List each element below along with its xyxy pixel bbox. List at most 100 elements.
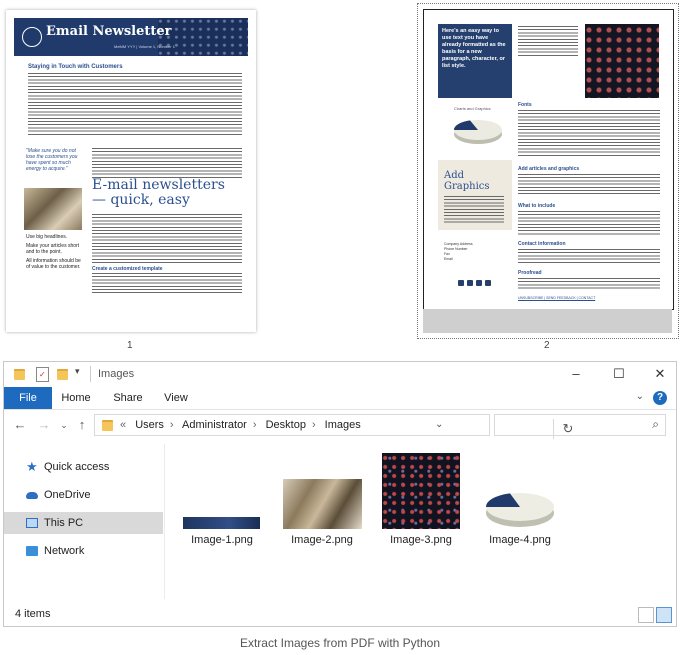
file-thumbnail-image-3[interactable] — [382, 453, 460, 529]
file-name-label[interactable]: Image-3.png — [371, 534, 471, 546]
search-input[interactable]: ⌕ — [494, 414, 666, 436]
breadcrumb-item[interactable]: Administrator — [182, 419, 247, 431]
sub-heading: Create a customized template — [92, 266, 163, 272]
address-bar[interactable]: « Users › Administrator › Desktop › Images … — [94, 414, 573, 439]
nav-item-label: This PC — [44, 517, 84, 529]
tab-file[interactable]: File — [4, 387, 52, 409]
nav-item-label: Network — [44, 545, 85, 557]
breadcrumb-separator-icon: › — [311, 419, 316, 431]
section-heading: Contact information — [518, 241, 566, 247]
list-item: Make your articles short and to the poin… — [26, 243, 80, 255]
pull-quote: "Make sure you do not lose the customers… — [26, 148, 78, 172]
newsletter-subtitle: MeMM YYY | Volume 1, Number 1 — [114, 44, 175, 49]
cloud-icon — [26, 492, 38, 499]
body-text-block — [518, 249, 660, 263]
body-text-block — [518, 278, 660, 290]
large-icons-view-icon[interactable] — [656, 607, 672, 623]
properties-icon[interactable]: ✓ — [36, 367, 49, 382]
address-dropdown-chevron-icon[interactable]: ⌄ — [435, 419, 443, 430]
nav-item-quick-access[interactable]: ★ Quick access — [4, 456, 163, 478]
computer-icon — [26, 518, 38, 528]
minimize-button[interactable]: – — [564, 365, 588, 383]
file-name-label[interactable]: Image-2.png — [272, 534, 372, 546]
social-icon — [476, 280, 482, 286]
tab-view[interactable]: View — [156, 387, 196, 409]
item-count: 4 items — [15, 608, 51, 620]
forward-arrow-icon[interactable]: → — [36, 416, 52, 434]
social-icon — [458, 280, 464, 286]
folder-icon — [102, 420, 113, 431]
breadcrumb-separator-icon: › — [252, 419, 257, 431]
section-heading: Staying in Touch with Customers — [28, 64, 123, 70]
page-shadow — [423, 309, 672, 333]
up-arrow-icon[interactable]: ↑ — [74, 416, 90, 434]
star-icon: ★ — [26, 459, 38, 474]
pie-chart-image — [453, 120, 502, 144]
footer-links: UNSUBSCRIBE | SEND FEEDBACK | CONTACT — [518, 296, 596, 300]
social-icon — [485, 280, 491, 286]
add-graphics-heading: Add Graphics — [444, 170, 490, 192]
address-row: ← → ⌄ ↑ « Users › Administrator › Desktop ›… — [4, 410, 676, 440]
body-text-block — [518, 211, 660, 235]
tips-list: Use big headlines. Make your articles sh… — [26, 234, 84, 270]
details-view-icon[interactable] — [638, 607, 654, 623]
breadcrumb-item[interactable]: Users — [135, 419, 164, 431]
pdf-page-1-thumbnail[interactable]: Email Newsletter MeMM YYY | Volume 1, Nu… — [6, 10, 256, 332]
body-text-block — [92, 273, 242, 295]
expand-ribbon-chevron-icon[interactable]: ⌄ — [636, 391, 644, 402]
social-icon — [467, 280, 473, 286]
section-heading: Add articles and graphics — [518, 166, 580, 172]
window-title: Images — [98, 368, 135, 380]
body-text-block — [518, 110, 660, 158]
list-item: Use big headlines. — [26, 234, 68, 240]
nav-item-network[interactable]: Network — [4, 540, 163, 562]
new-folder-icon[interactable] — [57, 369, 68, 380]
back-arrow-icon[interactable]: ← — [12, 416, 28, 434]
contact-details: Company Address Phone Number Fax Email — [444, 242, 473, 262]
body-text-block — [444, 196, 504, 224]
page-number: 2 — [544, 340, 550, 351]
status-bar: 4 items — [4, 603, 676, 626]
tab-home[interactable]: Home — [56, 387, 96, 409]
newsletter-header: Email Newsletter MeMM YYY | Volume 1, Nu… — [14, 18, 248, 56]
body-text-block — [28, 73, 242, 135]
contact-line: Email — [444, 257, 453, 261]
nav-item-this-pc[interactable]: This PC — [4, 512, 163, 534]
file-name-label[interactable]: Image-1.png — [172, 534, 272, 546]
body-text-block — [518, 174, 660, 196]
numbered-steps-text — [518, 26, 578, 56]
nav-item-onedrive[interactable]: OneDrive — [4, 484, 163, 506]
close-button[interactable]: ✕ — [648, 365, 672, 383]
ribbon-tabs: File Home Share View ⌄ ? — [4, 387, 676, 410]
nav-item-label: Quick access — [44, 461, 110, 473]
file-name-label[interactable]: Image-4.png — [470, 534, 570, 546]
file-thumbnail-image-1[interactable] — [183, 517, 260, 529]
folder-icon — [14, 369, 25, 380]
file-thumbnail-image-4[interactable] — [482, 487, 558, 531]
body-text-block — [92, 214, 242, 264]
newsletter-title: Email Newsletter — [46, 24, 172, 39]
section-heading: What to include — [518, 203, 556, 209]
breadcrumb-item[interactable]: Images — [325, 419, 361, 431]
breadcrumb: « Users › Administrator › Desktop › Images — [120, 419, 367, 431]
photo-people-image — [24, 188, 82, 230]
recent-locations-chevron-icon[interactable]: ⌄ — [56, 416, 72, 434]
chart-title: Charts and Graphics — [454, 106, 491, 111]
newsletter-logo-icon — [22, 27, 42, 47]
search-icon: ⌕ — [652, 417, 659, 431]
pdf-page-2-thumbnail-selected[interactable]: Here's an easy way to use text you have … — [417, 3, 679, 339]
file-explorer-window: ✓ ▾ Images – ☐ ✕ File Home Share View ⌄ … — [3, 361, 677, 627]
breadcrumb-overflow-icon[interactable]: « — [120, 419, 126, 431]
section-heading: Proofread — [518, 270, 542, 276]
breadcrumb-item[interactable]: Desktop — [266, 419, 306, 431]
tab-share[interactable]: Share — [108, 387, 148, 409]
maximize-button[interactable]: ☐ — [607, 365, 631, 383]
quick-access-toolbar-dropdown-icon[interactable]: ▾ — [75, 366, 80, 377]
navigation-pane: ★ Quick access OneDrive This PC Network — [4, 444, 165, 599]
breadcrumb-separator-icon: › — [169, 419, 174, 431]
help-icon[interactable]: ? — [653, 391, 667, 405]
network-icon — [26, 546, 38, 556]
big-heading: E-mail newsletters — quick, easy — [92, 177, 225, 208]
file-thumbnail-image-2[interactable] — [283, 479, 362, 529]
figure-caption: Extract Images from PDF with Python — [239, 636, 441, 650]
